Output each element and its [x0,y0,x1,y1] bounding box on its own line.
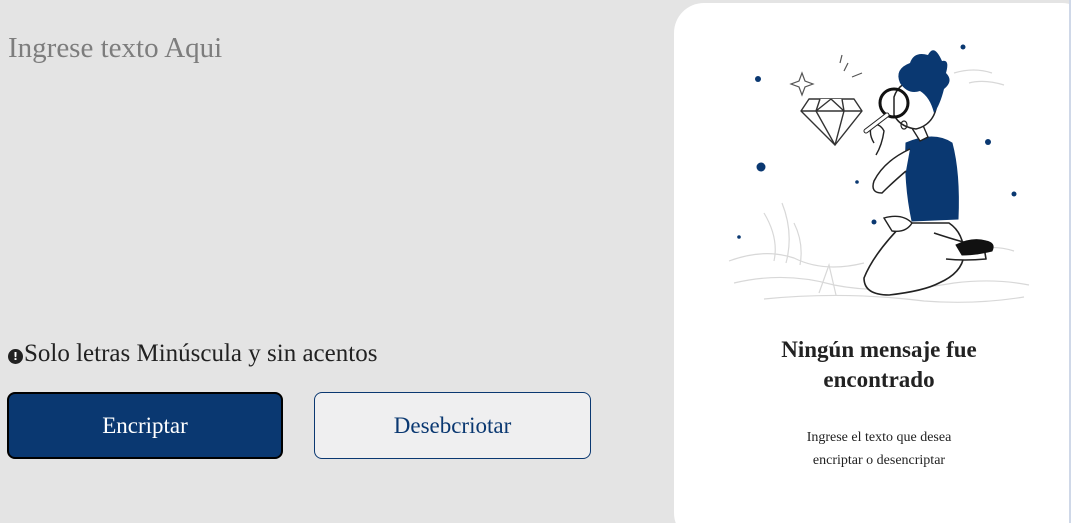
empty-message-subtitle-line1: Ingrese el texto que desea [806,430,952,445]
exclamation-circle-icon: ! [8,348,23,364]
person-with-magnifying-glass-illustration [728,44,1030,303]
hint-text: Solo letras Minúscula y sin acentos [24,340,378,367]
output-panel: Ningún mensaje fue encontrado Ingrese el… [674,3,1071,523]
decrypt-button[interactable]: Desebcriotar [314,392,591,459]
hint-row: ! Solo letras Minúscula y sin acentos [8,340,377,368]
empty-message-title-line2: encontrado [823,367,935,392]
encrypt-button[interactable]: Encriptar [7,392,283,459]
empty-message-subtitle-line2: encriptar o desencriptar [812,453,946,468]
text-input[interactable] [8,24,648,332]
page: ! Solo letras Minúscula y sin acentos En… [0,0,1071,523]
empty-message-subtitle: Ingrese el texto que desea encriptar o d… [674,426,1071,472]
empty-message-title-line1: Ningún mensaje fue [781,337,977,362]
empty-message-title: Ningún mensaje fue encontrado [674,335,1071,395]
